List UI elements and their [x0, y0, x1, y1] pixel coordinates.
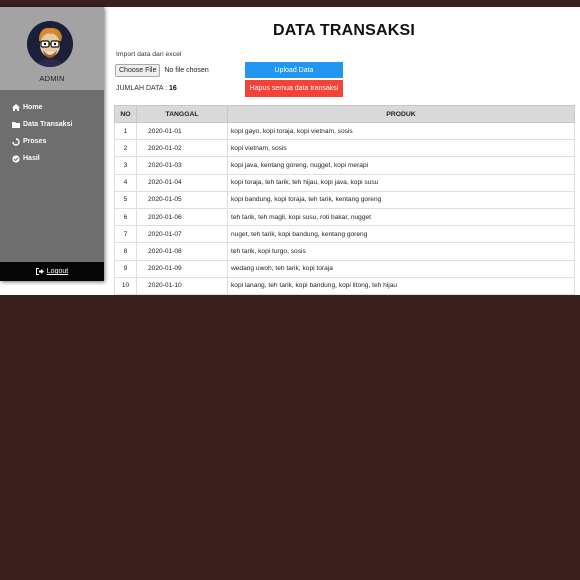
sidebar-item-label: Hasil	[23, 155, 40, 162]
avatar-image	[27, 21, 73, 67]
table-row: 5 2020-01-05 kopi bandung, kopi toraja, te…	[114, 190, 575, 209]
table-row: 10 2020-01-10 kopi lanang, teh tarik, kopi…	[114, 276, 575, 295]
table-row: 1 2020-01-01 kopi gayo, kopi toraja, kopi …	[114, 121, 575, 141]
table-row: 2 2020-01-02 kopi vietnam, sosis	[114, 139, 575, 158]
cell-tanggal: 2020-01-07	[136, 225, 228, 244]
avatar	[27, 21, 73, 67]
data-count: JUMLAH DATA : 16	[116, 85, 177, 92]
column-header-no: NO	[114, 105, 137, 123]
cell-no: 7	[114, 225, 137, 244]
sidebar-header: ADMIN	[0, 7, 104, 90]
upload-data-button[interactable]: Upload Data	[245, 62, 343, 78]
table-row: 3 2020-01-03 kopi java, kentang goreng, nu…	[114, 156, 575, 175]
cell-tanggal: 2020-01-10	[136, 276, 228, 295]
sidebar-item-data-transaksi[interactable]: Data Transaksi	[0, 116, 104, 133]
table-row: 8 2020-01-08 teh tarik, kopi turgo, sosis	[114, 242, 575, 261]
delete-all-transactions-button[interactable]: Hapus semua data transaksi	[245, 80, 343, 97]
sidebar-item-hasil[interactable]: Hasil	[0, 150, 104, 167]
refresh-icon	[11, 137, 20, 146]
sidebar-item-label: Data Transaksi	[23, 121, 73, 128]
home-icon	[11, 104, 20, 112]
cell-produk: nuget, teh tarik, kopi bandung, kentang …	[227, 225, 575, 244]
cell-tanggal: 2020-01-04	[136, 173, 228, 192]
check-circle-icon	[11, 154, 20, 163]
table-row: 4 2020-01-04 kopi toraja, teh tarik, teh h…	[114, 173, 575, 192]
cell-produk: teh tarik, kopi turgo, sosis	[227, 242, 575, 261]
cell-tanggal: 2020-01-06	[136, 207, 228, 227]
cell-tanggal: 2020-01-01	[136, 121, 228, 141]
file-input: Choose File No file chosen	[115, 64, 209, 77]
cell-no: 3	[114, 156, 137, 175]
sidebar-nav: Home Data Transaksi Proses Hasil	[0, 99, 104, 167]
table-row: 9 2020-01-09 wedang uwoh, teh tarik, kopi …	[114, 259, 575, 278]
column-header-tanggal: TANGGAL	[136, 105, 228, 123]
data-count-value: 16	[169, 85, 177, 92]
cell-no: 10	[114, 276, 137, 295]
sidebar: ADMIN Home Data Transaksi Proses Hasil L…	[0, 7, 104, 281]
cell-produk: teh tarik, teh magli, kopi susu, roti ba…	[227, 207, 575, 227]
cell-produk: kopi toraja, teh tarik, teh hijau, kopi …	[227, 173, 575, 192]
cell-produk: kopi lanang, teh tarik, kopi bandung, ko…	[227, 276, 575, 295]
cell-produk: kopi gayo, kopi toraja, kopi vietnam, so…	[227, 121, 575, 141]
cell-no: 5	[114, 190, 137, 209]
table-row: 7 2020-01-07 nuget, teh tarik, kopi bandun…	[114, 225, 575, 244]
page-title: DATA TRANSAKSI	[272, 22, 416, 39]
choose-file-button[interactable]: Choose File	[115, 64, 161, 77]
logout-label: Logout	[46, 268, 69, 275]
cell-tanggal: 2020-01-02	[136, 139, 228, 158]
sidebar-item-proses[interactable]: Proses	[0, 133, 104, 150]
cell-produk: wedang uwoh, teh tarik, kopi toraja	[227, 259, 575, 278]
cell-no: 9	[114, 259, 137, 278]
file-status-text: No file chosen	[164, 67, 209, 74]
cell-no: 6	[114, 207, 137, 227]
cell-tanggal: 2020-01-03	[136, 156, 228, 175]
sidebar-item-label: Proses	[23, 138, 47, 145]
logout-button[interactable]: Logout	[0, 262, 104, 281]
top-bar	[0, 0, 580, 7]
table-header-row: NO TANGGAL PRODUK	[114, 105, 575, 123]
cell-no: 4	[114, 173, 137, 192]
cell-tanggal: 2020-01-09	[136, 259, 228, 278]
cell-no: 2	[114, 139, 137, 158]
user-role-label: ADMIN	[39, 74, 65, 83]
table-body: 1 2020-01-01 kopi gayo, kopi toraja, kopi …	[114, 121, 575, 295]
column-header-produk: PRODUK	[227, 105, 575, 123]
cell-no: 1	[114, 121, 137, 141]
import-label: Import data dari excel	[116, 51, 182, 58]
table-row: 6 2020-01-06 teh tarik, teh magli, kopi su…	[114, 207, 575, 227]
cell-tanggal: 2020-01-05	[136, 190, 228, 209]
cell-produk: kopi java, kentang goreng, nugget, kopi …	[227, 156, 575, 175]
data-count-label: JUMLAH DATA :	[116, 85, 170, 92]
cell-produk: kopi vietnam, sosis	[227, 139, 575, 158]
sidebar-item-label: Home	[23, 104, 43, 111]
folder-icon	[11, 121, 20, 129]
sidebar-item-home[interactable]: Home	[0, 99, 104, 116]
transactions-table: NO TANGGAL PRODUK 1 2020-01-01 kopi gayo, …	[114, 105, 575, 295]
sign-out-icon	[35, 268, 44, 275]
cell-no: 8	[114, 242, 137, 261]
cell-produk: kopi bandung, kopi toraja, teh tarik, ke…	[227, 190, 575, 209]
cell-tanggal: 2020-01-08	[136, 242, 228, 261]
